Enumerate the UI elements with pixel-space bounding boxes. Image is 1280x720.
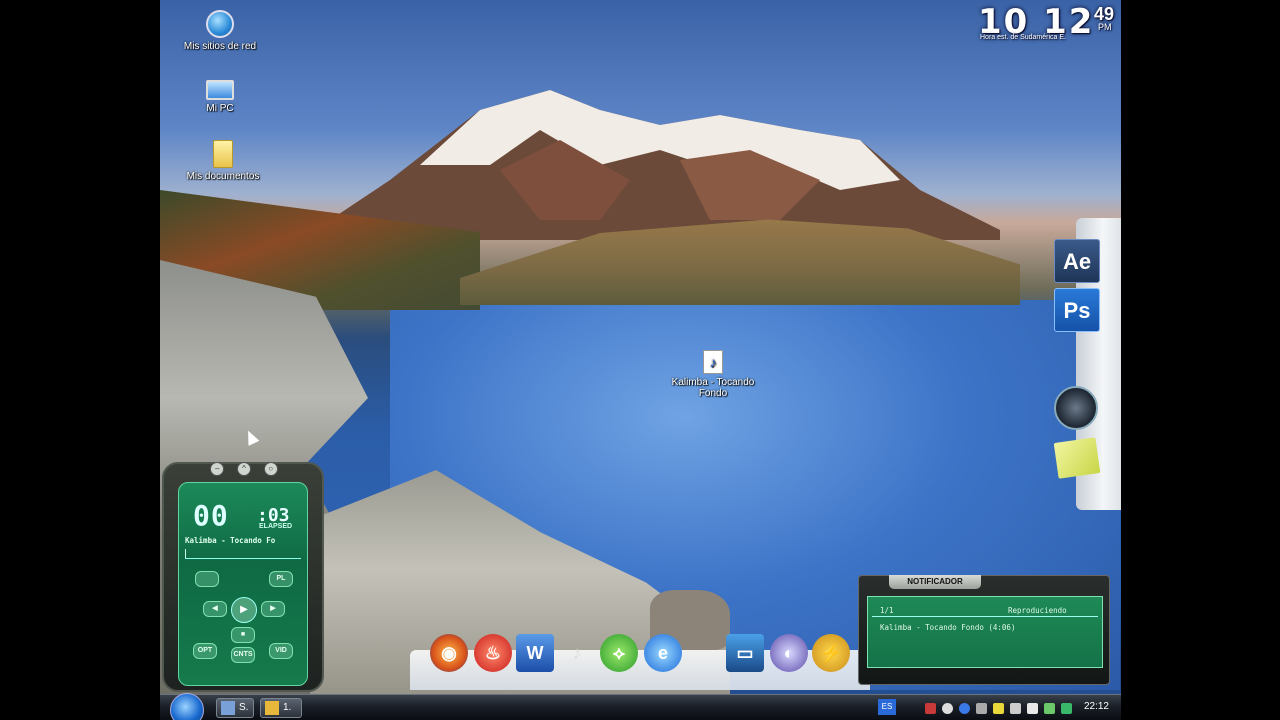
taskbar: S. 1. ES 22:12 [160, 693, 1121, 720]
desktop-icon-mp3[interactable]: ♪ Kalimba - Tocando Fondo [668, 350, 758, 399]
player-window-controls: – ^ ○ [204, 462, 284, 478]
notifier-panel: NOTIFICADOR 1/1 Reproduciendo Kalimba - … [858, 575, 1110, 685]
language-indicator[interactable]: ES [878, 699, 896, 715]
player-vid-button[interactable]: VID [269, 643, 293, 659]
firefox-glyph: ◉ [441, 643, 457, 663]
tray-safely-remove-icon[interactable] [1010, 702, 1021, 714]
notifier-divider [872, 616, 1098, 617]
minimize-icon[interactable]: – [210, 462, 225, 476]
word-icon[interactable]: W [516, 634, 554, 672]
tray-note-icon[interactable] [993, 702, 1004, 714]
volume-icon[interactable] [1027, 702, 1038, 714]
start-button[interactable] [170, 693, 204, 720]
desktop-icon-my-pc[interactable]: Mi PC [175, 76, 265, 114]
notifier-body: 1/1 Reproduciendo Kalimba - Tocando Fond… [867, 596, 1103, 668]
network-globe-icon [206, 10, 234, 38]
desktop-icon-label: Mis documentos [186, 171, 260, 182]
music-note-glyph: ♪ [572, 643, 582, 663]
photoshop-icon[interactable]: Ps [1054, 288, 1100, 332]
firefox-icon[interactable]: ◉ [430, 634, 468, 672]
taskbar-button-label: S. [239, 702, 249, 713]
burner-icon[interactable]: ♨ [474, 634, 512, 672]
monitor-glyph: ▭ [736, 643, 754, 663]
clock-timezone: Hora est. de Sudamérica E. [980, 34, 1066, 41]
chevron-up-icon[interactable]: ^ [236, 462, 251, 476]
taskbar-clock[interactable]: 22:12 [1084, 701, 1109, 712]
desktop-icon-documents[interactable]: Mis documentos [178, 140, 268, 182]
taskbar-button[interactable]: S. [216, 698, 254, 718]
media-player-glyph: ◐ [783, 643, 795, 663]
app-icon [221, 701, 235, 715]
player-elapsed-label: ELAPSED [259, 523, 293, 530]
notifier-track: Kalimba - Tocando Fondo (4:06) [880, 623, 1016, 632]
player-pl-button[interactable]: PL [269, 571, 293, 587]
tray-monitor-icon[interactable] [1061, 702, 1072, 714]
player-button-blank[interactable] [195, 571, 219, 587]
notifier-position: 1/1 [880, 606, 894, 615]
taskbar-button-label: 1. [283, 702, 292, 713]
previous-icon[interactable]: ◀ [203, 601, 227, 617]
burner-glyph: ♨ [484, 643, 502, 663]
notifier-title: NOTIFICADOR [889, 575, 981, 589]
tray-flag-icon[interactable] [925, 702, 936, 714]
dreamweaver-glyph: ⟡ [613, 643, 625, 663]
ie-icon[interactable]: e [644, 634, 682, 672]
player-cnts-button[interactable]: CNTS [231, 647, 255, 663]
winamp-icon [265, 701, 279, 715]
taskbar-button[interactable]: 1. [260, 698, 302, 718]
ie-glyph: e [657, 643, 668, 663]
after-effects-label: Ae [1062, 249, 1092, 274]
tray-network-icon[interactable] [959, 702, 970, 714]
desktop-icon-network[interactable]: Mis sitios de red [175, 10, 265, 52]
desktop: Mis sitios de red Mi PC Mis documentos ♪… [160, 0, 1121, 720]
monitor-icon[interactable]: ▭ [726, 634, 764, 672]
next-icon[interactable]: ▶ [261, 601, 285, 617]
wallpaper-mountain [300, 90, 1000, 240]
player-minutes: 00 [193, 499, 229, 532]
after-effects-icon[interactable]: Ae [1054, 239, 1100, 283]
stop-icon[interactable]: ■ [231, 627, 255, 643]
power-icon[interactable]: ○ [263, 462, 278, 476]
media-player-icon[interactable]: ◐ [770, 634, 808, 672]
clock-ampm: PM [1098, 22, 1112, 32]
mp3-file-icon: ♪ [703, 350, 723, 374]
player-track-title: Kalimba - Tocando Fo [185, 536, 276, 545]
tray-drop-icon[interactable] [942, 702, 953, 714]
player-progress-bar[interactable] [185, 549, 301, 559]
webcam-icon[interactable] [1054, 386, 1098, 430]
sticky-notes-icon[interactable] [1053, 437, 1101, 479]
folder-icon [213, 140, 233, 168]
dreamweaver-icon[interactable]: ⟡ [600, 634, 638, 672]
clock-gadget[interactable]: 10 12 49 PM Hora est. de Sudamérica E. [978, 2, 1114, 42]
notifier-status: Reproduciendo [1008, 606, 1067, 615]
player-opt-button[interactable]: OPT [193, 643, 217, 659]
play-button[interactable]: ▶ [231, 597, 257, 623]
player-screen: 00 :03 ELAPSED Kalimba - Tocando Fo PL ◀… [178, 482, 308, 686]
desktop-icon-label: Mi PC [206, 103, 234, 114]
player-control-pad: PL ◀ ▶ ▶ ■ OPT CNTS VID [193, 571, 295, 663]
desktop-icon-label: Kalimba - Tocando Fondo [671, 377, 755, 399]
winamp-icon[interactable]: ⚡ [812, 634, 850, 672]
word-glyph: W [526, 643, 544, 663]
photoshop-label: Ps [1063, 298, 1091, 323]
music-note-icon[interactable]: ♪ [558, 634, 596, 672]
winamp-glyph: ⚡ [819, 643, 843, 663]
tray-app-icon[interactable] [976, 702, 987, 714]
player-progress-fill [185, 549, 187, 558]
computer-icon [206, 80, 234, 100]
desktop-icon-label: Mis sitios de red [183, 41, 257, 52]
media-player-widget: – ^ ○ 00 :03 ELAPSED Kalimba - Tocando F… [162, 462, 324, 692]
tray-security-icon[interactable] [1044, 702, 1055, 714]
